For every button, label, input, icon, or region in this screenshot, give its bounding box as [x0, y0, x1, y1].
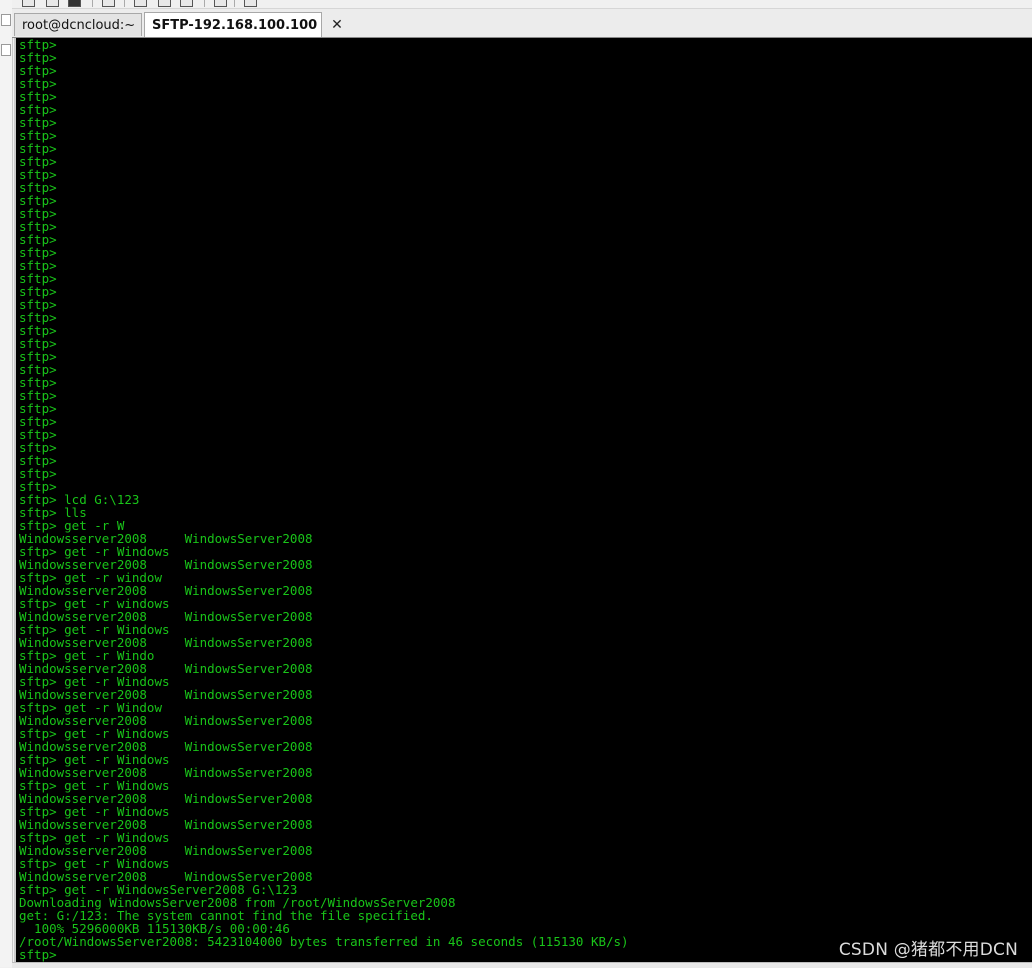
- terminal-line: sftp>: [19, 89, 57, 104]
- toolbar-divider: [92, 0, 93, 7]
- terminal-line: sftp>: [19, 154, 57, 169]
- terminal-line: sftp>: [19, 440, 57, 455]
- terminal-line: sftp>: [19, 310, 57, 325]
- toolbar: [12, 0, 1032, 9]
- terminal-line: sftp>: [19, 362, 57, 377]
- pane-icon: [1, 14, 11, 26]
- terminal-line: sftp>: [19, 388, 57, 403]
- terminal-line: sftp>: [19, 50, 57, 65]
- open-icon[interactable]: [46, 0, 59, 7]
- toolbar-divider: [234, 0, 235, 7]
- close-icon[interactable]: ✕: [331, 17, 343, 33]
- terminal-line: sftp>: [19, 258, 57, 273]
- find-icon[interactable]: [158, 0, 171, 7]
- terminal-line: sftp>: [19, 219, 57, 234]
- tab-root-session[interactable]: root@dcncloud:~: [14, 13, 142, 36]
- left-pane-edge: [0, 0, 13, 967]
- terminal-line: sftp>: [19, 284, 57, 299]
- tab-label: SFTP-192.168.100.100: [152, 17, 318, 33]
- terminal-line: sftp>: [19, 375, 57, 390]
- terminal-line: sftp>: [19, 271, 57, 286]
- terminal-lines: sftp> sftp> sftp> sftp> sftp> sftp> sftp> sftp>…: [19, 38, 629, 961]
- terminal-line: /root/WindowsServer2008: 5423104000 byte…: [19, 934, 629, 949]
- terminal-line: sftp>: [19, 102, 57, 117]
- terminal-line: sftp>: [19, 206, 57, 221]
- terminal-line: sftp>: [19, 401, 57, 416]
- terminal-line: sftp>: [19, 141, 57, 156]
- terminal-line: sftp> lcd G:\123: [19, 492, 140, 507]
- transfer-icon[interactable]: [180, 0, 193, 7]
- pane-icon: [1, 44, 11, 56]
- watermark-text: CSDN @猪都不用DCN: [838, 940, 1018, 960]
- terminal-output[interactable]: sftp> sftp> sftp> sftp> sftp> sftp> sftp> sftp>…: [14, 38, 1032, 962]
- terminal-line: sftp>: [19, 453, 57, 468]
- toolbar-divider: [124, 0, 125, 7]
- terminal-line: sftp>: [19, 336, 57, 351]
- terminal-line: sftp>: [19, 115, 57, 130]
- terminal-line: sftp>: [19, 297, 57, 312]
- terminal-line: sftp>: [19, 167, 57, 182]
- toolbar-divider: [204, 0, 205, 7]
- session-tab-bar: root@dcncloud:~ SFTP-192.168.100.100 ✕: [12, 9, 1032, 38]
- terminal-line: sftp>: [19, 63, 57, 78]
- terminal-line: sftp>: [19, 466, 57, 481]
- terminal-line: sftp>: [19, 128, 57, 143]
- help-icon[interactable]: [214, 0, 227, 7]
- save-icon[interactable]: [68, 0, 81, 7]
- terminal-line: sftp>: [19, 414, 57, 429]
- terminal-line: sftp>: [19, 323, 57, 338]
- tab-sftp-session[interactable]: SFTP-192.168.100.100 ✕: [144, 12, 343, 37]
- terminal-line: sftp>: [19, 947, 57, 962]
- terminal-line: sftp>: [19, 349, 57, 364]
- terminal-line: sftp>: [19, 180, 57, 195]
- terminal-line: sftp>: [19, 193, 57, 208]
- terminal-line: sftp>: [19, 245, 57, 260]
- window-bottom-edge: [12, 962, 1032, 968]
- terminal-line: sftp>: [19, 427, 57, 442]
- terminal-line: sftp>: [19, 76, 57, 91]
- settings-icon[interactable]: [134, 0, 147, 7]
- terminal-line: sftp>: [19, 232, 57, 247]
- print-icon[interactable]: [102, 0, 115, 7]
- misc-icon[interactable]: [244, 0, 257, 7]
- terminal-line: sftp>: [19, 38, 57, 52]
- tab-label: root@dcncloud:~: [22, 17, 136, 33]
- new-session-icon[interactable]: [22, 0, 35, 7]
